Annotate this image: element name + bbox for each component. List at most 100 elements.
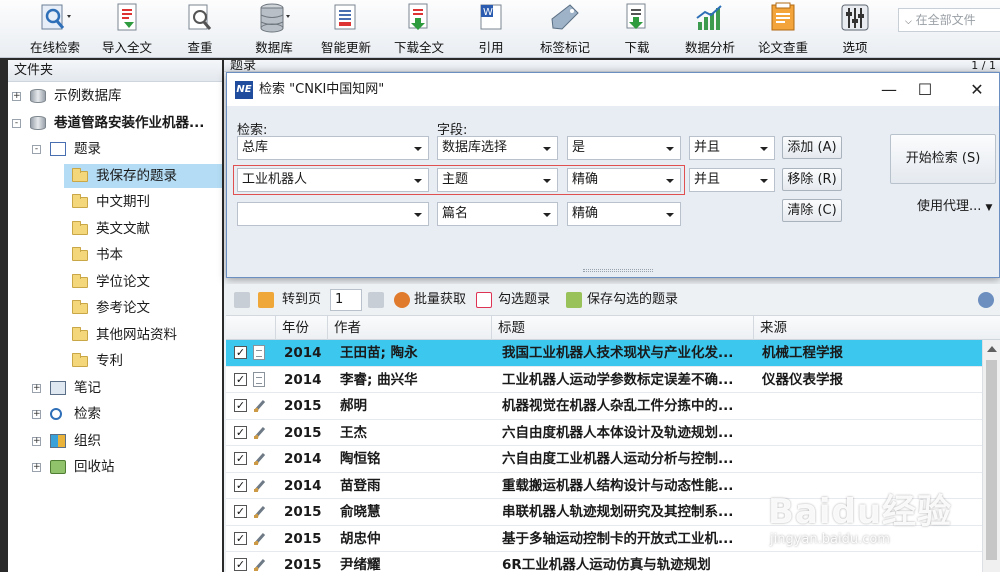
tree-item[interactable]: - 巷道管路安装作业机器... bbox=[8, 111, 222, 135]
smart-update-button[interactable]: 智能更新 bbox=[317, 2, 375, 56]
match-select-2[interactable]: 精确 bbox=[567, 168, 681, 192]
tree-item[interactable]: 我保存的题录 bbox=[64, 163, 222, 188]
goto-page-icon[interactable] bbox=[258, 292, 274, 308]
cell-author: 俞晓慧 bbox=[340, 504, 381, 520]
column-header-year[interactable]: 年份 bbox=[276, 316, 328, 340]
table-row[interactable]: ✓ 2014 苗登雨 重载搬运机器人结构设计与动态性能... bbox=[226, 473, 982, 499]
batch-fetch-button[interactable]: 批量获取 bbox=[414, 284, 466, 316]
tree-item[interactable]: 学位论文 bbox=[8, 270, 222, 294]
row-checkbox[interactable]: ✓ bbox=[234, 399, 247, 412]
add-button[interactable]: 添加 (A) bbox=[782, 136, 842, 159]
toolbar-search-input[interactable]: ⌵ 在全部文件 bbox=[898, 8, 1000, 32]
search-term-input-2[interactable] bbox=[237, 202, 429, 226]
row-checkbox[interactable]: ✓ bbox=[234, 346, 247, 359]
row-checkbox[interactable]: ✓ bbox=[234, 478, 247, 492]
column-header-title[interactable]: 标题 bbox=[492, 316, 754, 340]
next-page-icon[interactable] bbox=[368, 292, 384, 308]
minimize-icon[interactable]: — bbox=[874, 73, 904, 106]
chevron-down-icon bbox=[543, 179, 551, 183]
cell-source bbox=[762, 393, 978, 419]
tree-item[interactable]: + 回收站 bbox=[8, 455, 222, 479]
row-checkbox[interactable]: ✓ bbox=[234, 452, 247, 465]
logic-select-1[interactable]: 并且 bbox=[689, 136, 775, 160]
thesis-icon bbox=[253, 398, 267, 413]
expand-icon[interactable]: + bbox=[32, 410, 41, 419]
search-term-input-1[interactable]: 工业机器人 bbox=[237, 168, 429, 192]
tree-item[interactable]: + 笔记 bbox=[8, 376, 222, 400]
tree-item[interactable]: + 示例数据库 bbox=[8, 84, 222, 108]
table-row[interactable]: ✓ 2015 俞晓慧 串联机器人轨迹规划研究及其控制系... bbox=[226, 499, 982, 526]
close-icon[interactable]: ✕ bbox=[962, 73, 992, 106]
database-button[interactable]: 数据库 bbox=[250, 2, 298, 56]
field-select-3[interactable]: 篇名 bbox=[437, 202, 558, 226]
check-records-button[interactable]: 勾选题录 bbox=[498, 284, 550, 316]
table-row[interactable]: ✓ 2014 王田苗; 陶永 我国工业机器人技术现状与产业化发... 机械工程学报 bbox=[226, 340, 982, 367]
column-header-icons bbox=[226, 316, 276, 340]
expand-icon[interactable]: + bbox=[32, 383, 41, 393]
field-select-1[interactable]: 数据库选择 bbox=[437, 136, 558, 160]
page-number-input[interactable]: 1 bbox=[330, 289, 362, 311]
import-fulltext-button[interactable]: 导入全文 bbox=[98, 2, 156, 56]
online-search-button[interactable]: 在线检索 bbox=[26, 2, 84, 56]
row-checkbox[interactable]: ✓ bbox=[234, 531, 247, 545]
table-row[interactable]: ✓ 2015 胡忠仲 基于多轴运动控制卡的开放式工业机... bbox=[226, 526, 982, 552]
download-button[interactable]: 下载 bbox=[620, 2, 654, 56]
save-checked-records-button[interactable]: 保存勾选的题录 bbox=[587, 284, 678, 316]
cite-button[interactable]: W 引用 bbox=[475, 2, 507, 56]
database-select[interactable]: 总库 bbox=[237, 136, 429, 160]
tree-item[interactable]: 书本 bbox=[8, 243, 222, 267]
vertical-scrollbar[interactable] bbox=[982, 340, 1000, 572]
user-icon[interactable] bbox=[978, 292, 994, 308]
splitter-grip[interactable] bbox=[583, 269, 653, 272]
table-row[interactable]: ✓ 2015 郝明 机器视觉在机器人杂乱工件分拣中的... bbox=[226, 393, 982, 420]
column-header-source[interactable]: 来源 bbox=[754, 316, 1000, 340]
remove-button[interactable]: 移除 (R) bbox=[782, 168, 842, 191]
cell-title: 串联机器人轨迹规划研究及其控制系... bbox=[502, 504, 734, 520]
expand-icon[interactable]: + bbox=[32, 463, 41, 472]
column-header-author[interactable]: 作者 bbox=[328, 316, 492, 340]
paper-check-button[interactable]: 论文查重 bbox=[754, 2, 812, 56]
maximize-icon[interactable]: ☐ bbox=[910, 73, 940, 106]
expand-icon[interactable]: + bbox=[12, 92, 21, 101]
tree-item[interactable]: + 检索 bbox=[8, 402, 222, 426]
cell-title: 六自由度工业机器人运动分析与控制... bbox=[502, 451, 734, 467]
row-checkbox[interactable]: ✓ bbox=[234, 372, 247, 386]
collapse-icon[interactable]: - bbox=[12, 118, 21, 128]
scrollbar-thumb[interactable] bbox=[986, 360, 997, 560]
data-analysis-button[interactable]: 数据分析 bbox=[681, 2, 739, 56]
row-checkbox[interactable]: ✓ bbox=[234, 425, 247, 439]
duplicate-check-button[interactable]: 查重 bbox=[180, 2, 220, 56]
scroll-up-icon[interactable] bbox=[987, 346, 997, 352]
download-fulltext-button[interactable]: 下载全文 bbox=[390, 2, 448, 56]
table-row[interactable]: ✓ 2015 尹绪耀 6R工业机器人运动仿真与轨迹规划 bbox=[226, 552, 982, 572]
table-row[interactable]: ✓ 2015 王杰 六自由度机器人本体设计及轨迹规划... bbox=[226, 420, 982, 446]
tree-item[interactable]: 中文期刊 bbox=[8, 190, 222, 214]
start-search-button[interactable]: 开始检索 (S) bbox=[890, 134, 996, 184]
tag-button[interactable]: 标签标记 bbox=[536, 2, 594, 56]
tree-item[interactable]: 英文文献 bbox=[8, 217, 222, 241]
field-select-2[interactable]: 主题 bbox=[437, 168, 558, 192]
collapse-icon[interactable]: - bbox=[32, 145, 41, 154]
chevron-down-icon bbox=[543, 213, 551, 217]
match-select-3[interactable]: 精确 bbox=[567, 202, 681, 226]
prev-page-icon[interactable] bbox=[234, 292, 250, 308]
tree-item[interactable]: 参考论文 bbox=[8, 296, 222, 320]
table-row[interactable]: ✓ 2014 李睿; 曲兴华 工业机器人运动学参数标定误差不确... 仪器仪表学报 bbox=[226, 367, 982, 393]
table-row[interactable]: ✓ 2014 陶恒铭 六自由度工业机器人运动分析与控制... bbox=[226, 446, 982, 473]
tree-item[interactable]: - 题录 bbox=[8, 137, 222, 161]
expand-icon[interactable]: + bbox=[32, 436, 41, 446]
row-checkbox[interactable]: ✓ bbox=[234, 558, 247, 571]
tree-item[interactable]: 专利 bbox=[8, 349, 222, 373]
match-select-2-value: 精确 bbox=[572, 172, 599, 187]
cell-author: 王田苗; 陶永 bbox=[340, 345, 418, 361]
match-select-1[interactable]: 是 bbox=[567, 136, 681, 160]
tree-item[interactable]: 其他网站资料 bbox=[8, 323, 222, 347]
tree-item-label: 回收站 bbox=[74, 459, 115, 475]
tree-item[interactable]: + 组织 bbox=[8, 429, 222, 453]
row-checkbox[interactable]: ✓ bbox=[234, 505, 247, 518]
clear-button[interactable]: 清除 (C) bbox=[782, 199, 842, 222]
options-button[interactable]: 选项 bbox=[838, 2, 872, 56]
duplicate-check-icon bbox=[183, 2, 217, 34]
logic-select-2[interactable]: 并且 bbox=[689, 168, 775, 192]
use-proxy-dropdown[interactable]: 使用代理... ▼ bbox=[917, 195, 992, 214]
